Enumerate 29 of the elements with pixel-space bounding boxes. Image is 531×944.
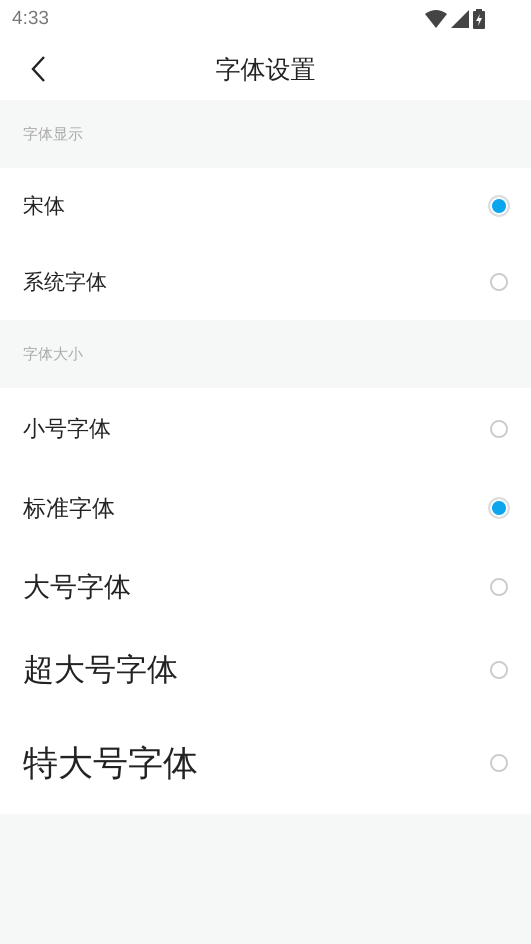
status-time: 4:33 <box>12 8 49 30</box>
font-option[interactable]: 特大号字体 <box>0 712 531 814</box>
option-label: 系统字体 <box>23 269 107 296</box>
radio-button[interactable] <box>490 661 508 679</box>
option-label: 大号字体 <box>23 571 131 605</box>
radio-button[interactable] <box>490 754 508 772</box>
section-header: 字体大小 <box>23 344 83 364</box>
wifi-icon <box>425 10 447 28</box>
page-title: 字体设置 <box>216 54 316 86</box>
font-option[interactable]: 小号字体 <box>0 388 531 470</box>
option-label: 宋体 <box>23 193 65 220</box>
radio-button[interactable] <box>488 497 510 519</box>
section-header: 字体显示 <box>23 124 83 144</box>
radio-button[interactable] <box>488 195 510 217</box>
option-label: 标准字体 <box>23 494 115 524</box>
radio-button[interactable] <box>490 273 508 291</box>
battery-icon <box>473 9 485 29</box>
signal-icon <box>451 10 469 28</box>
radio-button[interactable] <box>490 578 508 596</box>
font-option[interactable]: 系统字体 <box>0 244 531 320</box>
option-label: 超大号字体 <box>23 651 178 690</box>
font-option[interactable]: 标准字体 <box>0 470 531 546</box>
font-option[interactable]: 宋体 <box>0 168 531 244</box>
back-icon <box>30 55 46 83</box>
option-label: 特大号字体 <box>23 742 198 786</box>
font-option[interactable]: 大号字体 <box>0 546 531 628</box>
option-label: 小号字体 <box>23 416 111 444</box>
font-option[interactable]: 超大号字体 <box>0 628 531 712</box>
radio-button[interactable] <box>490 420 508 438</box>
